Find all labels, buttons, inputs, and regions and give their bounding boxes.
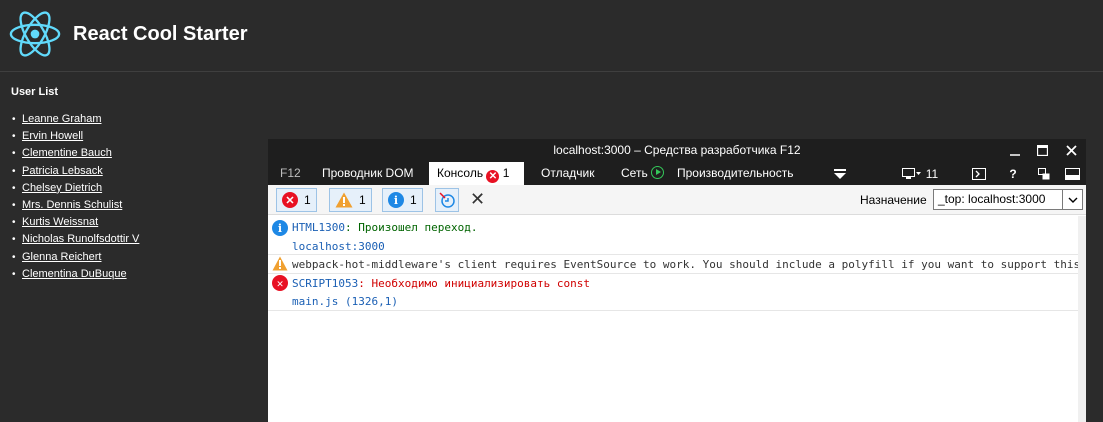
user-link[interactable]: Patricia Lebsack xyxy=(22,163,103,180)
warnings-filter-button[interactable]: 1 xyxy=(329,188,372,212)
list-item: • Ervin Howell xyxy=(12,128,139,145)
user-link[interactable]: Clementina DuBuque xyxy=(22,266,127,283)
target-value: _top: localhost:3000 xyxy=(938,192,1046,206)
devtools-tabs: F12 Проводник DOM Консоль ✕ 1 Отладчик С… xyxy=(268,162,1086,185)
tab-console-label: Консоль xyxy=(437,166,484,180)
user-link[interactable]: Chelsey Dietrich xyxy=(22,180,102,197)
list-item: • Nicholas Runolfsdottir V xyxy=(12,231,139,248)
app-header: React Cool Starter xyxy=(0,0,1103,72)
warning-icon xyxy=(272,256,288,272)
devtools-title: localhost:3000 – Средства разработчика F… xyxy=(553,143,801,157)
tab-network-label: Сеть xyxy=(621,166,648,180)
info-code: HTML1300 xyxy=(292,221,345,234)
info-icon: i xyxy=(388,192,404,208)
console-message-error: ✕ SCRIPT1053: Необходимо инициализироват… xyxy=(268,274,1086,310)
tab-console-error-count: 1 xyxy=(502,166,510,180)
tab-performance[interactable]: Производительность xyxy=(669,162,801,185)
dock-icon[interactable] xyxy=(1061,162,1083,185)
close-icon[interactable] xyxy=(1055,139,1087,162)
devtools-titlebar[interactable]: localhost:3000 – Средства разработчика F… xyxy=(268,139,1086,162)
help-icon[interactable]: ? xyxy=(1003,162,1023,185)
list-item: • Leanne Graham xyxy=(12,111,139,128)
user-link[interactable]: Glenna Reichert xyxy=(22,249,102,266)
user-link[interactable]: Kurtis Weissnat xyxy=(22,214,98,231)
info-count: 1 xyxy=(410,193,417,207)
console-scrollbar[interactable] xyxy=(1078,216,1086,422)
react-logo-icon xyxy=(9,11,61,57)
clear-on-navigate-icon xyxy=(439,192,455,208)
console-output: i HTML1300: Произошел переход. localhost… xyxy=(268,216,1086,422)
monitor-icon xyxy=(901,167,921,179)
tab-debugger[interactable]: Отладчик xyxy=(533,162,602,185)
error-source-link[interactable]: main.js (1326,1) xyxy=(292,295,398,308)
emulation-count: 11 xyxy=(925,166,939,181)
list-item: • Glenna Reichert xyxy=(12,249,139,266)
info-source-link[interactable]: localhost:3000 xyxy=(292,240,385,253)
error-icon: ✕ xyxy=(272,275,288,291)
error-icon: ✕ xyxy=(282,192,298,208)
user-list: • Leanne Graham • Ervin Howell • Clementine… xyxy=(12,111,139,283)
tab-network[interactable]: Сеть xyxy=(613,162,672,185)
list-item: • Kurtis Weissnat xyxy=(12,214,139,231)
clear-on-navigate-button[interactable] xyxy=(435,188,459,212)
console-toolbar: ✕ 1 1 i 1 ✕ Назначение _top: localhost:3… xyxy=(268,185,1086,215)
info-text: : Произошел переход. xyxy=(344,221,478,234)
devtools-window: localhost:3000 – Средства разработчика F… xyxy=(268,139,1086,422)
warnings-count: 1 xyxy=(359,193,366,207)
console-message-warning: webpack-hot-middleware's client requires… xyxy=(268,255,1086,273)
play-icon xyxy=(651,166,665,179)
target-label: Назначение xyxy=(860,193,927,207)
clear-console-icon[interactable]: ✕ xyxy=(470,189,485,210)
user-link[interactable]: Mrs. Dennis Schulist xyxy=(22,197,122,214)
list-item: • Mrs. Dennis Schulist xyxy=(12,197,139,214)
console-message-info: i HTML1300: Произошел переход. localhost… xyxy=(268,216,1086,254)
user-list-heading: User List xyxy=(11,86,59,98)
list-item: • Chelsey Dietrich xyxy=(12,180,139,197)
console-toggle-icon[interactable] xyxy=(968,162,990,185)
chevron-down-icon xyxy=(1062,190,1082,209)
maximize-icon[interactable] xyxy=(1026,139,1058,162)
tab-dom-explorer[interactable]: Проводник DOM xyxy=(314,162,422,185)
errors-filter-button[interactable]: ✕ 1 xyxy=(276,188,317,212)
user-link[interactable]: Nicholas Runolfsdottir V xyxy=(22,231,139,248)
warning-icon xyxy=(335,192,353,208)
undock-icon[interactable] xyxy=(1034,162,1054,185)
error-code: SCRIPT1053 xyxy=(292,277,359,290)
more-tabs-icon[interactable] xyxy=(830,162,850,185)
warning-text: webpack-hot-middleware's client requires… xyxy=(292,258,1081,271)
error-icon: ✕ xyxy=(486,170,500,183)
list-item: • Clementine Bauch xyxy=(12,145,139,162)
error-text: : Необходимо инициализировать const xyxy=(358,277,591,290)
info-filter-button[interactable]: i 1 xyxy=(382,188,423,212)
tab-console[interactable]: Консоль ✕ 1 xyxy=(429,162,524,185)
target-select[interactable]: _top: localhost:3000 xyxy=(933,189,1083,210)
emulation-button[interactable]: 11 xyxy=(892,162,948,185)
list-item: • Clementina DuBuque xyxy=(12,266,139,283)
user-link[interactable]: Leanne Graham xyxy=(22,111,102,128)
user-link[interactable]: Clementine Bauch xyxy=(22,145,112,162)
info-icon: i xyxy=(272,220,288,236)
app-title: React Cool Starter xyxy=(73,23,248,45)
user-link[interactable]: Ervin Howell xyxy=(22,128,83,145)
tab-f12[interactable]: F12 xyxy=(272,162,309,185)
list-item: • Patricia Lebsack xyxy=(12,163,139,180)
errors-count: 1 xyxy=(304,193,311,207)
